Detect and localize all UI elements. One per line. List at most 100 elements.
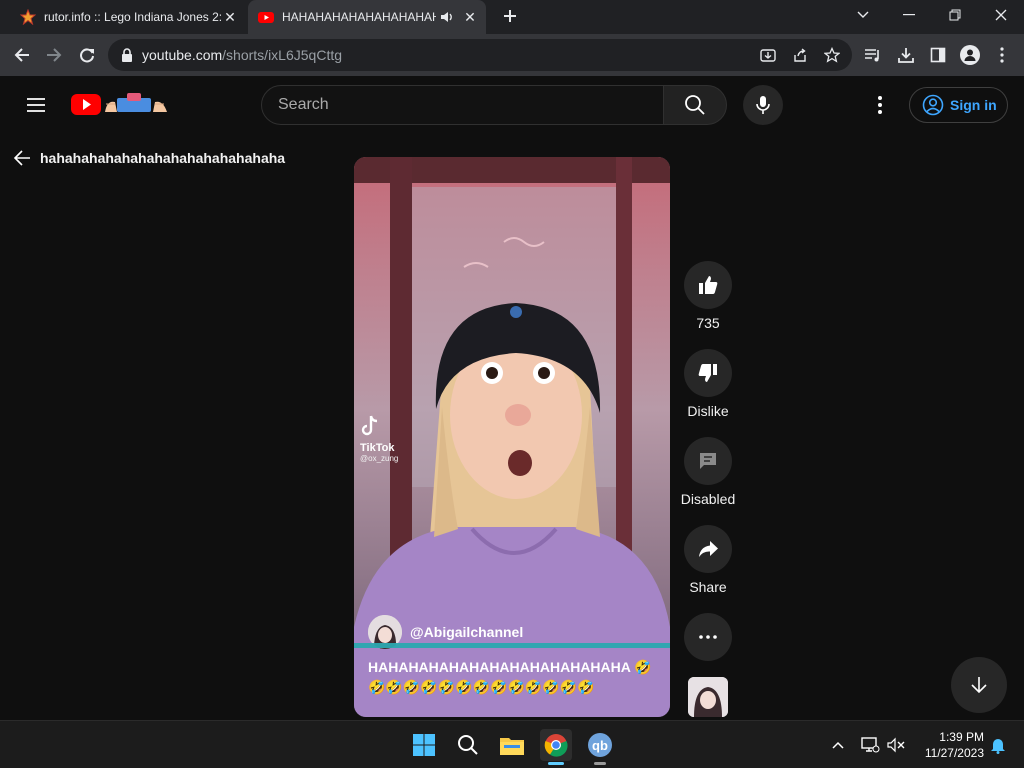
download-icon <box>898 48 914 63</box>
notifications-button[interactable] <box>986 733 1010 757</box>
close-tab-icon[interactable]: ✕ <box>222 9 238 25</box>
person-icon <box>964 49 976 61</box>
browser-toolbar: youtube.com/shorts/ixL6J5qCttg <box>0 34 1024 76</box>
youtube-doodle-logo[interactable] <box>71 90 175 118</box>
bookmark-button[interactable] <box>822 45 842 65</box>
minimize-button[interactable] <box>886 0 932 30</box>
media-controls-button[interactable] <box>863 45 883 65</box>
tab-search-button[interactable] <box>840 0 886 30</box>
share-label: Share <box>689 579 727 595</box>
youtube-icon <box>258 12 274 23</box>
restore-button[interactable] <box>932 0 978 30</box>
share-button[interactable] <box>684 525 732 573</box>
tab-title: HAHAHAHAHAHAHAHAHAHAHA <box>282 10 436 24</box>
settings-menu-button[interactable] <box>868 93 892 117</box>
arrow-left-icon <box>14 48 29 62</box>
tiktok-icon <box>361 415 378 436</box>
close-tab-icon[interactable]: ✕ <box>462 9 478 25</box>
comments-button[interactable] <box>684 437 732 485</box>
dislike-action[interactable]: Dislike <box>683 349 733 419</box>
show-hidden-icons-button[interactable] <box>826 733 850 757</box>
star-icon <box>824 47 840 63</box>
chevron-down-icon <box>857 11 869 18</box>
profile-button[interactable] <box>960 45 980 65</box>
tab-youtube-short[interactable]: HAHAHAHAHAHAHAHAHAHAHA ✕ <box>248 0 486 34</box>
video-progress-bar[interactable] <box>354 643 670 648</box>
short-video-player[interactable]: TikTok @ox_zung @Abigailchannel HAHAHAHA… <box>354 157 670 717</box>
like-action[interactable]: 735 <box>683 261 733 331</box>
browser-menu-button[interactable] <box>992 45 1012 65</box>
tiktok-watermark: TikTok @ox_zung <box>360 415 420 463</box>
bell-icon <box>991 739 1005 754</box>
network-icon <box>861 737 880 753</box>
dislike-label: Dislike <box>687 403 729 419</box>
install-app-button[interactable] <box>758 45 778 65</box>
tab-rutor[interactable]: rutor.info :: Lego Indiana Jones 2: ... … <box>10 0 246 34</box>
more-button[interactable] <box>684 613 732 661</box>
share-arrow-icon <box>699 541 718 557</box>
new-tab-button[interactable] <box>500 6 520 26</box>
chrome-icon <box>544 734 568 757</box>
windows-taskbar: qb 1:39 PM 11/27/2023 <box>0 720 1024 768</box>
arrow-right-icon <box>47 48 62 62</box>
start-button[interactable] <box>408 729 440 761</box>
network-button[interactable] <box>858 733 882 757</box>
voice-search-button[interactable] <box>743 85 783 125</box>
search-icon <box>458 735 478 755</box>
close-window-button[interactable] <box>978 0 1024 30</box>
file-explorer-button[interactable] <box>496 729 528 761</box>
side-panel-icon <box>930 47 946 63</box>
dislike-button[interactable] <box>684 349 732 397</box>
hamburger-menu-icon[interactable] <box>24 93 48 117</box>
thumbs-down-icon <box>698 364 717 382</box>
plus-icon <box>504 10 516 22</box>
comments-action[interactable]: Disabled <box>681 437 735 507</box>
tiktok-username: @ox_zung <box>360 454 399 463</box>
system-clock[interactable]: 1:39 PM 11/27/2023 <box>912 729 984 761</box>
back-to-shorts[interactable]: hahahahahahahahahahahahahahaha <box>12 146 285 170</box>
short-title: hahahahahahahahahahahahahahaha <box>40 150 286 166</box>
account-circle-icon <box>922 94 944 116</box>
comment-icon <box>700 453 716 469</box>
search-box[interactable]: Search <box>261 85 664 125</box>
qbittorrent-button[interactable]: qb <box>584 729 616 765</box>
next-video-button[interactable] <box>951 657 1007 713</box>
install-app-icon <box>760 49 776 62</box>
tab-title: rutor.info :: Lego Indiana Jones 2: ... <box>44 10 222 24</box>
thumbs-up-icon <box>699 276 718 294</box>
reload-icon <box>80 48 94 63</box>
windows-start-icon <box>413 734 435 756</box>
chrome-button[interactable] <box>540 729 572 765</box>
like-button[interactable] <box>684 261 732 309</box>
taskbar-search-button[interactable] <box>452 729 484 761</box>
back-button[interactable] <box>10 43 34 67</box>
rutor-icon <box>20 9 36 25</box>
speaker-muted-icon <box>887 737 905 753</box>
speaker-icon[interactable] <box>440 10 454 24</box>
side-panel-button[interactable] <box>928 45 948 65</box>
like-count: 735 <box>696 315 720 331</box>
sign-in-label: Sign in <box>950 97 997 113</box>
restore-icon <box>949 9 961 21</box>
close-icon <box>995 9 1007 21</box>
downloads-button[interactable] <box>896 45 916 65</box>
search-button[interactable] <box>663 85 727 125</box>
share-page-button[interactable] <box>790 45 810 65</box>
lock-icon[interactable] <box>120 47 134 63</box>
url-text: youtube.com/shorts/ixL6J5qCttg <box>142 47 343 63</box>
search-input[interactable]: Search <box>278 96 329 114</box>
search-icon <box>685 95 705 115</box>
forward-button[interactable] <box>42 43 66 67</box>
share-action[interactable]: Share <box>683 525 733 595</box>
minimize-icon <box>903 14 915 16</box>
volume-button[interactable] <box>884 733 908 757</box>
arrow-left-icon[interactable] <box>12 148 32 168</box>
more-actions[interactable] <box>683 613 733 661</box>
address-bar[interactable]: youtube.com/shorts/ixL6J5qCttg <box>108 39 852 71</box>
channel-name[interactable]: @Abigailchannel <box>410 624 523 640</box>
sound-thumbnail[interactable] <box>688 677 728 717</box>
qbittorrent-icon: qb <box>588 733 612 757</box>
media-queue-icon <box>865 49 879 62</box>
reload-button[interactable] <box>75 43 99 67</box>
sign-in-button[interactable]: Sign in <box>909 87 1008 123</box>
